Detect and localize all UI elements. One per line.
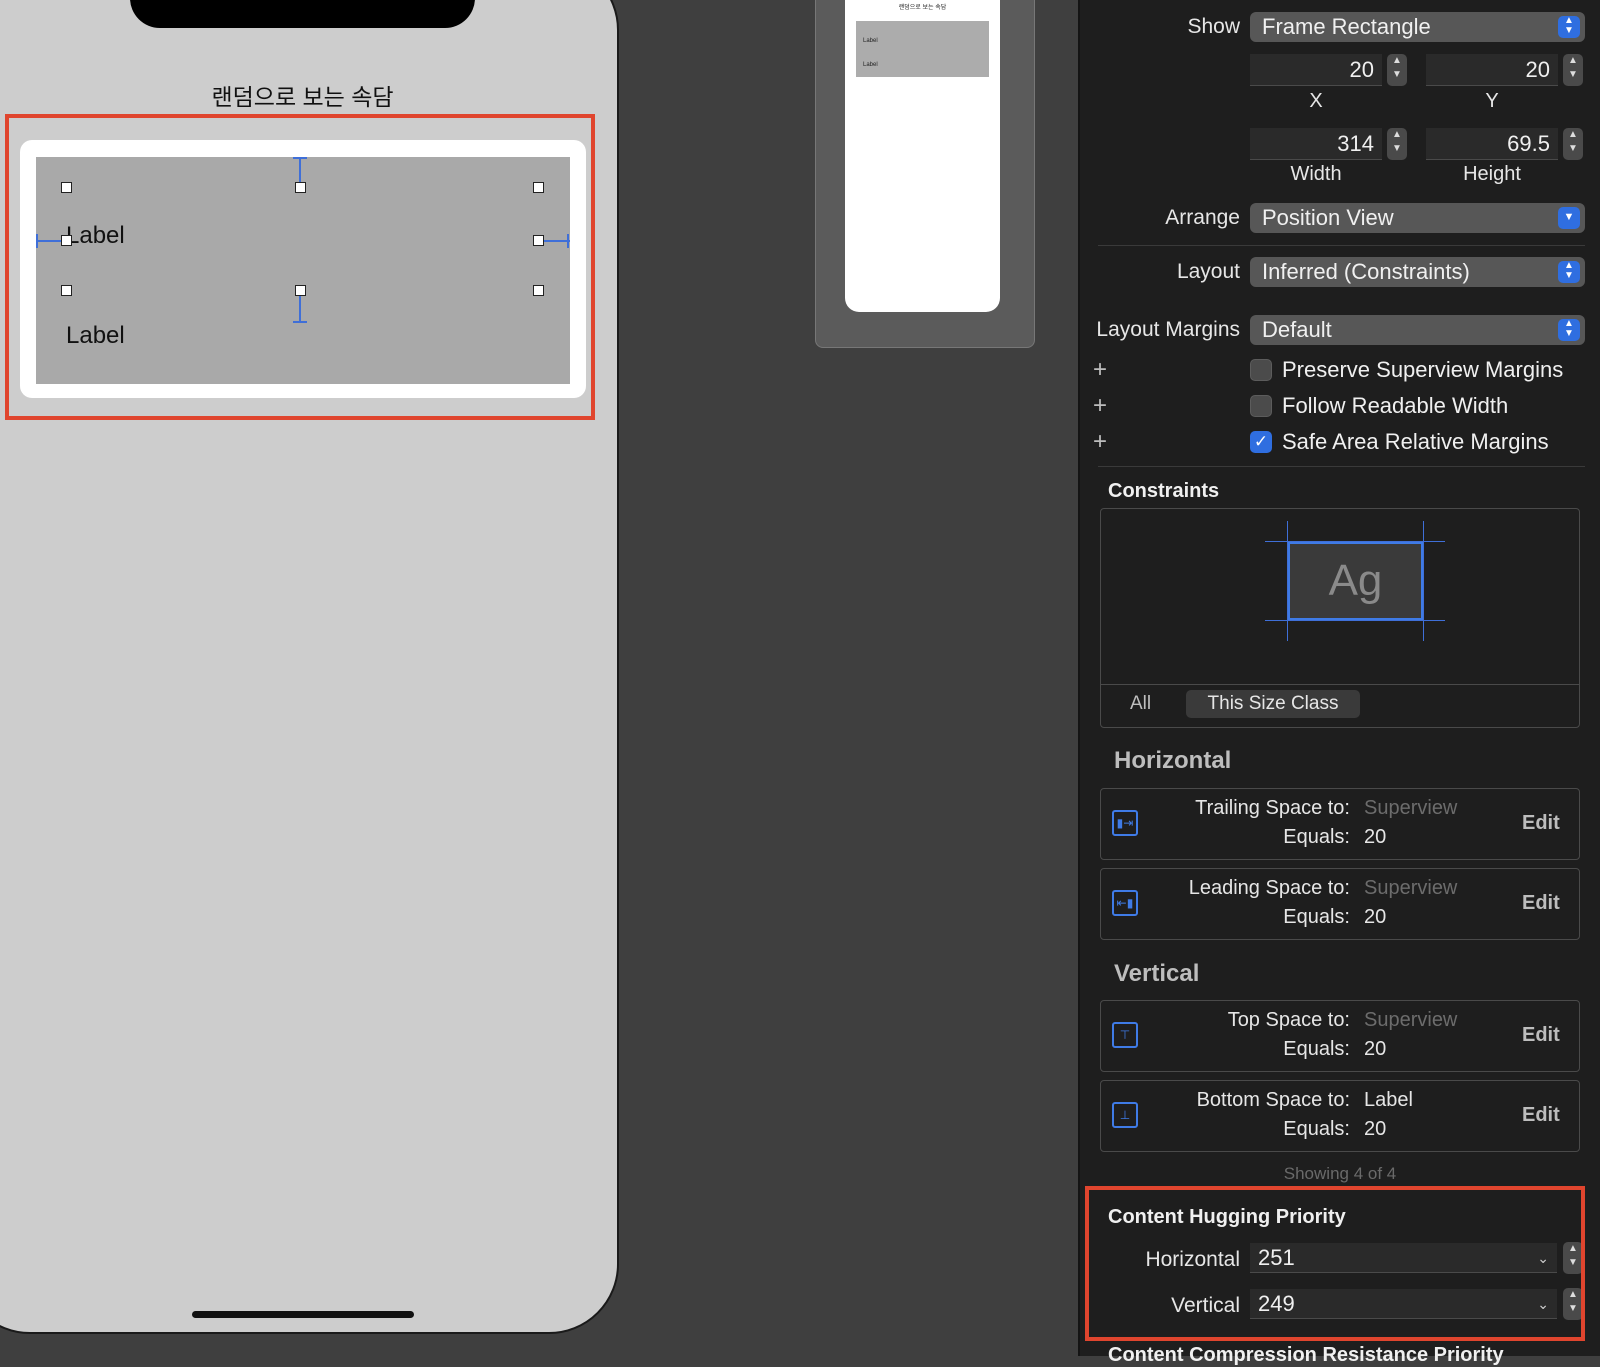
- divider: [1098, 245, 1585, 246]
- layout-popup[interactable]: Inferred (Constraints) ▲ ▼: [1250, 257, 1585, 287]
- home-indicator: [192, 1311, 414, 1318]
- guide-line: [1423, 521, 1424, 641]
- guide-line: [1287, 521, 1288, 641]
- thumbnail-title: 랜덤으로 보는 속담: [898, 5, 947, 11]
- constraints-title: Constraints: [1108, 480, 1220, 502]
- equals-label: Equals:: [1283, 826, 1350, 848]
- equals-label: Equals:: [1283, 906, 1350, 928]
- screen-title[interactable]: 랜덤으로 보는 속담: [0, 78, 605, 112]
- safe-area-checkbox[interactable]: ✓: [1250, 431, 1272, 453]
- constraint-name: Trailing Space to:: [1195, 797, 1350, 819]
- constraint-target: Label: [1364, 1089, 1413, 1111]
- edit-button[interactable]: Edit: [1522, 812, 1560, 835]
- constraint-target: Superview: [1364, 797, 1458, 819]
- height-stepper-icon[interactable]: ▲ ▼: [1563, 128, 1583, 160]
- constraint-value: 20: [1364, 1038, 1387, 1060]
- equals-label: Equals:: [1283, 1038, 1350, 1060]
- divider: [1098, 466, 1585, 467]
- top-space-icon: ⊤: [1112, 1022, 1138, 1048]
- showing-count: Showing 4 of 4: [1283, 1164, 1397, 1183]
- height-field[interactable]: 69.5: [1426, 128, 1558, 160]
- show-popup-value: Frame Rectangle: [1262, 14, 1431, 39]
- trailing-space-icon: ▮⇥: [1112, 810, 1138, 836]
- chevron-down-icon: ▼: [1558, 207, 1580, 229]
- x-field[interactable]: 20: [1250, 54, 1382, 86]
- readable-width-label: Follow Readable Width: [1282, 393, 1509, 418]
- y-caption: Y: [1485, 90, 1499, 112]
- vertical-title: Vertical: [1114, 960, 1200, 987]
- constraint-name: Bottom Space to:: [1196, 1089, 1350, 1111]
- show-label: Show: [1187, 15, 1240, 38]
- phone-notch: [130, 0, 475, 28]
- constraint-name: Top Space to:: [1227, 1009, 1350, 1031]
- layout-popup-value: Inferred (Constraints): [1262, 259, 1470, 284]
- thumbnail-view: [856, 21, 989, 77]
- constraint-value: 20: [1364, 826, 1387, 848]
- constraint-value: 20: [1364, 906, 1387, 928]
- layout-margins-label: Layout Margins: [1096, 318, 1240, 341]
- constraint-name: Leading Space to:: [1188, 877, 1350, 899]
- constraint-target: Superview: [1364, 1009, 1458, 1031]
- edit-button[interactable]: Edit: [1522, 1104, 1560, 1127]
- width-caption: Width: [1290, 163, 1342, 185]
- x-stepper-icon[interactable]: ▲ ▼: [1387, 54, 1407, 86]
- chevron-updown-icon: ▲ ▼: [1558, 261, 1580, 283]
- safe-area-label: Safe Area Relative Margins: [1282, 429, 1549, 454]
- plus-icon[interactable]: +: [1093, 428, 1107, 456]
- chevron-updown-icon: ▲ ▼: [1558, 16, 1580, 38]
- arrange-popup-value: Position View: [1262, 205, 1394, 230]
- y-stepper-icon[interactable]: ▲ ▼: [1563, 54, 1583, 86]
- arrange-label: Arrange: [1165, 206, 1240, 229]
- arrange-popup[interactable]: Position View ▼: [1250, 203, 1585, 233]
- chevron-updown-icon: ▲ ▼: [1558, 319, 1580, 341]
- edit-button[interactable]: Edit: [1522, 892, 1560, 915]
- equals-label: Equals:: [1283, 1118, 1350, 1140]
- constraint-target: Superview: [1364, 877, 1458, 899]
- leading-space-icon: ⇤▮: [1112, 890, 1138, 916]
- readable-width-checkbox[interactable]: [1250, 395, 1272, 417]
- tab-this-size-class[interactable]: This Size Class: [1186, 690, 1360, 718]
- divider: [1101, 684, 1579, 685]
- preserve-margins-checkbox[interactable]: [1250, 359, 1272, 381]
- y-field[interactable]: 20: [1426, 54, 1558, 86]
- highlight-box-card: [5, 114, 595, 420]
- highlight-box-hugging: [1085, 1186, 1585, 1341]
- width-stepper-icon[interactable]: ▲ ▼: [1387, 128, 1407, 160]
- width-field[interactable]: 314: [1250, 128, 1382, 160]
- thumbnail-label-2: Label: [863, 62, 878, 68]
- thumbnail-label-1: Label: [863, 38, 878, 44]
- height-caption: Height: [1463, 163, 1521, 185]
- constraint-value: 20: [1364, 1118, 1387, 1140]
- tab-all[interactable]: All: [1130, 693, 1151, 715]
- guide-line: [1265, 541, 1445, 542]
- preserve-margins-label: Preserve Superview Margins: [1282, 357, 1564, 382]
- layout-margins-popup-value: Default: [1262, 317, 1332, 342]
- edit-button[interactable]: Edit: [1522, 1024, 1560, 1047]
- show-popup[interactable]: Frame Rectangle ▲ ▼: [1250, 12, 1585, 42]
- horizontal-title: Horizontal: [1114, 747, 1232, 774]
- ag-preview-text: Ag: [1328, 556, 1383, 605]
- guide-line: [1265, 620, 1445, 621]
- x-caption: X: [1309, 90, 1323, 112]
- plus-icon[interactable]: +: [1093, 392, 1107, 420]
- bottom-space-icon: ⊥: [1112, 1102, 1138, 1128]
- plus-icon[interactable]: +: [1093, 356, 1107, 384]
- layout-label: Layout: [1176, 260, 1240, 283]
- layout-margins-popup[interactable]: Default ▲ ▼: [1250, 315, 1585, 345]
